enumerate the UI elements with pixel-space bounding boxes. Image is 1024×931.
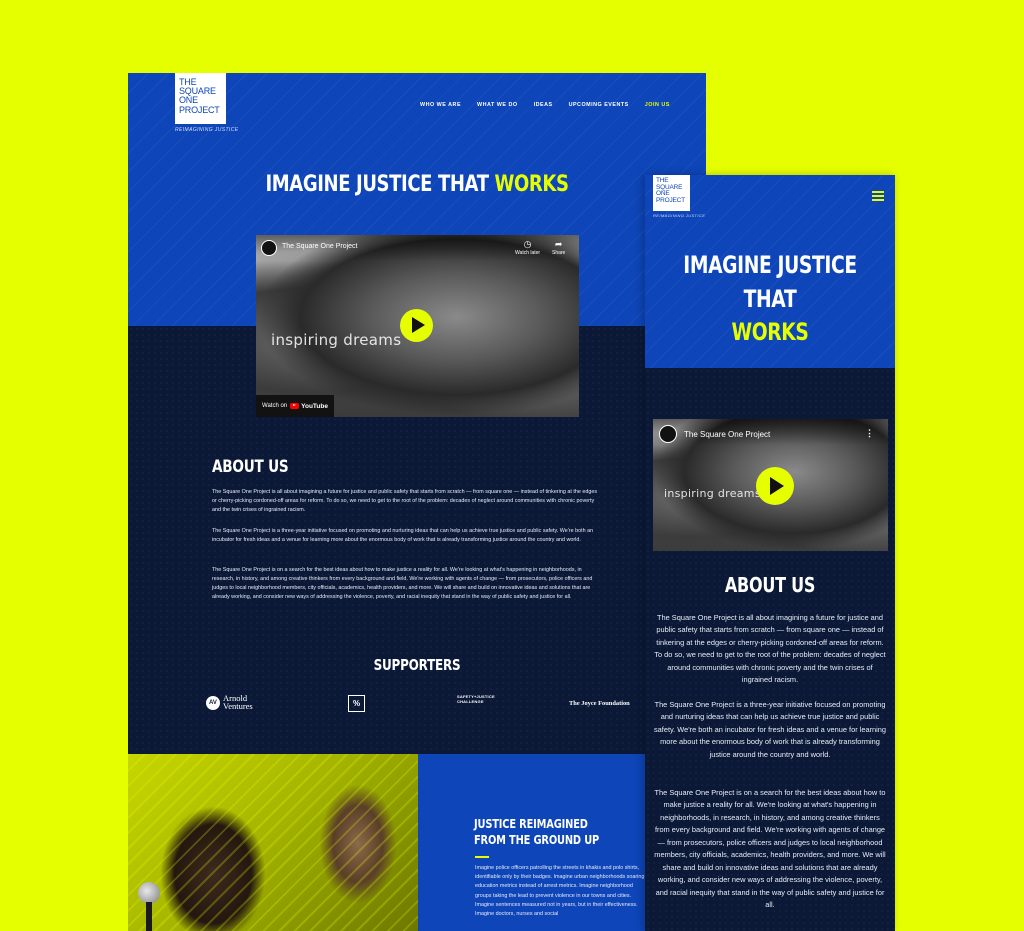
mobile-hero-title-main: IMAGINE JUSTICE THAT [683,251,857,313]
hero-title-accent: WORKS [494,172,569,197]
video-title[interactable]: The Square One Project [282,243,358,250]
video-player[interactable]: The Square One Project ◷ Watch later ➦ S… [256,235,579,417]
logo-line: Project [656,196,685,204]
mobile-video-title[interactable]: The Square One Project [684,430,770,439]
desktop-mockup: The Square One Project REIMAGINING JUSTI… [128,73,706,931]
share-button[interactable]: ➦ Share [552,239,565,256]
logo-line: Project [179,104,220,115]
logo-tagline: REIMAGINING JUSTICE [175,127,239,133]
nav-who-we-are[interactable]: WHO WE ARE [420,102,461,108]
about-paragraph-1: The Square One Project is all about imag… [212,489,598,513]
mobile-about-paragraph-3: The Square One Project is on a search fo… [654,788,886,909]
mobile-about-heading: ABOUT US [724,573,816,597]
clock-icon: ◷ [523,239,532,249]
play-button-icon[interactable] [756,467,794,505]
logo-line: Square One [656,183,683,198]
arnold-ventures-name: Arnold Ventures [223,694,253,711]
about-paragraph-2: The Square One Project is a three-year i… [212,528,594,543]
feature-heading: JUSTICE REIMAGINED FROM THE GROUND UP [474,817,600,848]
share-icon: ➦ [554,239,563,249]
channel-avatar-icon[interactable] [659,425,677,443]
hero-title: IMAGINE JUSTICE THAT WORKS [180,172,654,197]
nav-join-us[interactable]: JOIN US [645,102,670,108]
play-button-icon[interactable] [400,309,433,342]
nav-ideas[interactable]: IDEAS [534,102,553,108]
youtube-logo-icon: YouTube [290,403,328,410]
watch-on-youtube-button[interactable]: Watch on YouTube [256,395,334,417]
arnold-ventures-mark-icon: AV [206,695,220,710]
feature-divider [475,856,489,858]
mobile-about-paragraph-1: The Square One Project is all about imag… [654,613,886,685]
more-options-icon[interactable]: ⋮ [865,428,874,439]
logo-line: Square One [179,86,216,106]
arnold-line-2: Ventures [223,700,253,711]
hero-title-main: IMAGINE JUSTICE THAT [265,172,489,197]
joyce-foundation-logo[interactable]: The Joyce Foundation [569,700,630,707]
video-overlay-text: inspiring dreams [271,331,402,349]
mobile-hero-title: IMAGINE JUSTICE THAT WORKS [673,249,868,350]
feature-body: Imagine police officers patrolling the s… [475,865,651,917]
about-paragraph-3: The Square One Project is on a search fo… [212,567,593,600]
square-logo-icon[interactable]: % [348,695,365,712]
watch-later-button[interactable]: ◷ Watch later [515,239,540,256]
mobile-video-player[interactable]: The Square One Project ⋮ inspiring dream… [653,419,888,551]
nav-what-we-do[interactable]: WHAT WE DO [477,102,518,108]
microphone-stand [146,902,152,931]
mobile-site-logo[interactable]: The Square One Project [653,175,690,211]
main-nav: WHO WE ARE WHAT WE DO IDEAS UPCOMING EVE… [420,102,670,108]
youtube-label: YouTube [301,402,328,410]
hamburger-menu-icon[interactable] [872,191,884,201]
nav-upcoming-events[interactable]: UPCOMING EVENTS [569,102,629,108]
mobile-logo-tagline: REIMAGINING JUSTICE [653,213,706,218]
video-overlay-text: inspiring dreams [664,487,761,500]
watch-later-label: Watch later [515,250,541,256]
mobile-about-paragraph-2: The Square One Project is a three-year i… [653,700,887,759]
mobile-mockup: The Square One Project REIMAGINING JUSTI… [645,175,895,931]
supporters-heading: SUPPORTERS [373,656,461,674]
safety-justice-logo[interactable]: SAFETY+JUSTICE CHALLENGE [457,694,503,705]
arnold-ventures-logo[interactable]: AV Arnold Ventures [206,694,253,711]
speaker-photo [128,754,418,931]
site-logo[interactable]: The Square One Project [175,73,226,124]
about-heading: ABOUT US [212,457,289,477]
watch-on-label: Watch on [262,403,288,409]
microphone-icon [138,882,160,904]
channel-avatar-icon[interactable] [261,240,277,256]
share-label: Share [552,250,566,256]
mobile-hero-title-accent: WORKS [731,318,809,347]
